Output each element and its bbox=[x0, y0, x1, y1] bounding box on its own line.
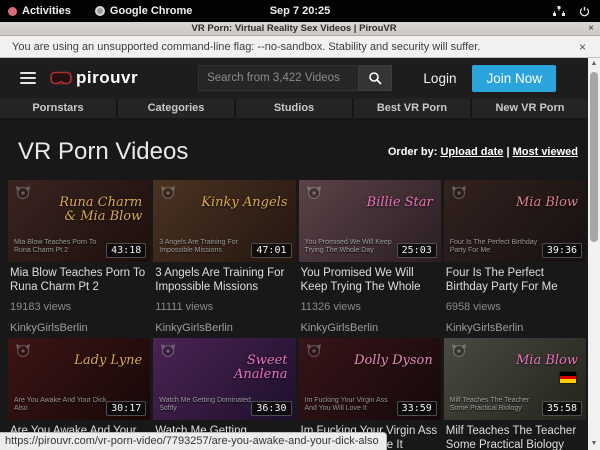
video-views: 11326 views bbox=[301, 301, 439, 313]
video-views: 6958 views bbox=[446, 301, 584, 313]
thumbnail-caption: You Promised We Will Keep Trying The Who… bbox=[305, 239, 401, 257]
duration-badge: 43:18 bbox=[106, 243, 146, 258]
browser-viewport: pirouvr Login Join Now Pornstars Categor… bbox=[0, 58, 588, 450]
video-thumbnail[interactable]: Mia Blow Milf Teaches The Teacher Some Pr… bbox=[444, 338, 586, 420]
scrollbar-thumb[interactable] bbox=[590, 72, 598, 242]
scroll-down-icon[interactable]: ▼ bbox=[588, 438, 600, 450]
app-menu-label: Google Chrome bbox=[110, 5, 193, 17]
network-icon[interactable] bbox=[553, 6, 565, 17]
video-title-link[interactable]: Mia Blow Teaches Porn To Runa Charm Pt 2 bbox=[10, 267, 148, 294]
studio-link[interactable]: KinkyGirlsBerlin bbox=[446, 322, 584, 334]
thumbnail-caption: Watch Me Getting Dominated Softly bbox=[159, 397, 255, 415]
duration-badge: 35:58 bbox=[542, 401, 582, 416]
thumbnail-overlay-name: Kinky Angels bbox=[201, 196, 287, 210]
video-card[interactable]: Runa Charm & Mia Blow Mia Blow Teaches Po… bbox=[8, 180, 150, 334]
order-separator: | bbox=[506, 146, 509, 158]
video-card[interactable]: Mia Blow Milf Teaches The Teacher Some Pr… bbox=[444, 338, 586, 450]
window-close-icon[interactable]: × bbox=[588, 24, 594, 34]
chrome-warning-bar: You are using an unsupported command-lin… bbox=[0, 36, 600, 58]
page-title: VR Porn Videos bbox=[18, 138, 188, 166]
thumbnail-overlay-name: Billie Star bbox=[367, 196, 433, 210]
page-heading-row: VR Porn Videos Order by: Upload date | M… bbox=[0, 118, 588, 180]
activities-button[interactable]: Activities bbox=[8, 5, 71, 17]
video-thumbnail[interactable]: Runa Charm & Mia Blow Mia Blow Teaches Po… bbox=[8, 180, 150, 262]
system-top-bar: Activities Google Chrome Sep 7 20:25 bbox=[0, 0, 600, 22]
duration-badge: 39:36 bbox=[542, 243, 582, 258]
scroll-up-icon[interactable]: ▲ bbox=[588, 58, 600, 70]
video-title-link[interactable]: Milf Teaches The Teacher Some Practical … bbox=[446, 425, 584, 450]
thumbnail-overlay-name: Lady Lyne bbox=[74, 354, 142, 368]
search-input[interactable] bbox=[198, 65, 358, 91]
thumbnail-caption: 3 Angels Are Training For Impossible Mis… bbox=[159, 239, 255, 257]
order-link-most-viewed[interactable]: Most viewed bbox=[513, 146, 578, 158]
thumbnail-overlay-name: Mia Blow bbox=[516, 196, 578, 210]
activities-label: Activities bbox=[22, 5, 71, 17]
duration-badge: 25:03 bbox=[397, 243, 437, 258]
scrollbar[interactable]: ▲ ▼ bbox=[588, 58, 600, 450]
order-link-upload-date[interactable]: Upload date bbox=[440, 146, 503, 158]
search-icon bbox=[368, 71, 382, 85]
warning-text: You are using an unsupported command-lin… bbox=[12, 41, 480, 53]
duration-badge: 33:59 bbox=[397, 401, 437, 416]
app-menu-button[interactable]: Google Chrome bbox=[95, 5, 193, 17]
studio-link[interactable]: KinkyGirlsBerlin bbox=[10, 322, 148, 334]
thumbnail-caption: Four Is The Perfect Birthday Party For M… bbox=[450, 239, 546, 257]
thumbnail-overlay-name: Dolly Dyson bbox=[354, 354, 433, 368]
activities-icon bbox=[8, 7, 17, 16]
login-link[interactable]: Login bbox=[423, 71, 456, 86]
thumbnail-overlay-name: Mia Blow bbox=[516, 354, 578, 368]
window-title-bar: VR Porn: Virtual Reality Sex Videos | Pi… bbox=[0, 22, 600, 36]
thumbnail-caption: Mia Blow Teaches Porn To Runa Charm Pt 2 bbox=[14, 239, 110, 257]
duration-badge: 30:17 bbox=[106, 401, 146, 416]
duration-badge: 36:30 bbox=[251, 401, 291, 416]
video-title-link[interactable]: Four Is The Perfect Birthday Party For M… bbox=[446, 267, 584, 294]
warning-close-icon[interactable]: × bbox=[579, 40, 586, 54]
nav-item-categories[interactable]: Categories bbox=[118, 98, 234, 118]
order-by: Order by: Upload date | Most viewed bbox=[388, 146, 578, 158]
video-thumbnail[interactable]: Lady Lyne Are You Awake And Your Dick Als… bbox=[8, 338, 150, 420]
studio-link[interactable]: KinkyGirlsBerlin bbox=[155, 322, 293, 334]
chrome-icon bbox=[95, 6, 105, 16]
thumbnail-caption: Im Fucking Your Virgin Ass And You Will … bbox=[305, 397, 401, 415]
video-thumbnail[interactable]: Sweet Analena Watch Me Getting Dominated … bbox=[153, 338, 295, 420]
video-thumbnail[interactable]: Billie Star You Promised We Will Keep Try… bbox=[299, 180, 441, 262]
nav-item-pornstars[interactable]: Pornstars bbox=[0, 98, 116, 118]
site-header: pirouvr Login Join Now bbox=[0, 58, 588, 98]
video-card[interactable]: Kinky Angels 3 Angels Are Training For Im… bbox=[153, 180, 295, 334]
video-title-link[interactable]: You Promised We Will Keep Trying The Who… bbox=[301, 267, 439, 294]
video-thumbnail[interactable]: Mia Blow Four Is The Perfect Birthday Par… bbox=[444, 180, 586, 262]
nav-item-best-vr[interactable]: Best VR Porn bbox=[354, 98, 470, 118]
video-views: 11111 views bbox=[155, 301, 293, 313]
hamburger-menu-icon[interactable] bbox=[20, 69, 36, 87]
duration-badge: 47:01 bbox=[251, 243, 291, 258]
video-title-link[interactable]: 3 Angels Are Training For Impossible Mis… bbox=[155, 267, 293, 294]
nav-item-studios[interactable]: Studios bbox=[236, 98, 352, 118]
status-url-bubble: https://pirouvr.com/vr-porn-video/779325… bbox=[0, 432, 387, 450]
video-grid: Runa Charm & Mia Blow Mia Blow Teaches Po… bbox=[8, 180, 586, 450]
video-card[interactable]: Mia Blow Four Is The Perfect Birthday Par… bbox=[444, 180, 586, 334]
video-thumbnail[interactable]: Kinky Angels 3 Angels Are Training For Im… bbox=[153, 180, 295, 262]
thumbnail-caption: Are You Awake And Your Dick Also bbox=[14, 397, 110, 415]
main-nav: Pornstars Categories Studios Best VR Por… bbox=[0, 98, 588, 118]
nav-item-new-vr[interactable]: New VR Porn bbox=[472, 98, 588, 118]
search-button[interactable] bbox=[358, 65, 392, 91]
studio-link[interactable]: KinkyGirlsBerlin bbox=[301, 322, 439, 334]
vr-goggles-icon bbox=[50, 71, 72, 85]
window-title: VR Porn: Virtual Reality Sex Videos | Pi… bbox=[0, 23, 588, 34]
logo-text: pirouvr bbox=[76, 68, 138, 88]
video-views: 19183 views bbox=[10, 301, 148, 313]
power-icon[interactable] bbox=[579, 6, 590, 17]
order-by-label: Order by: bbox=[388, 146, 438, 158]
german-flag-icon bbox=[560, 372, 576, 383]
video-thumbnail[interactable]: Dolly Dyson Im Fucking Your Virgin Ass An… bbox=[299, 338, 441, 420]
thumbnail-overlay-name: Runa Charm & Mia Blow bbox=[52, 196, 142, 223]
thumbnail-overlay-name: Sweet Analena bbox=[198, 354, 288, 381]
thumbnail-caption: Milf Teaches The Teacher Some Practical … bbox=[450, 397, 546, 415]
site-logo[interactable]: pirouvr bbox=[50, 68, 138, 88]
join-now-button[interactable]: Join Now bbox=[472, 65, 556, 92]
desktop-screen: Activities Google Chrome Sep 7 20:25 VR … bbox=[0, 0, 600, 450]
video-card[interactable]: Billie Star You Promised We Will Keep Try… bbox=[299, 180, 441, 334]
